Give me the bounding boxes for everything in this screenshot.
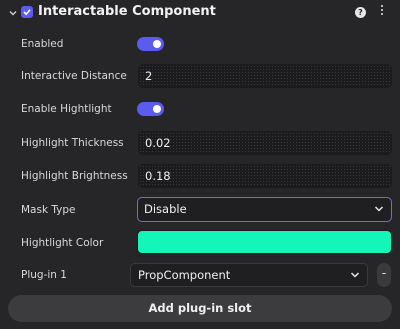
remove-plugin-button[interactable]: - [377,263,391,287]
highlight-brightness-value: 0.18 [145,169,171,183]
chevron-down-icon [350,272,360,278]
mask-type-value: Disable [144,202,187,216]
mask-type-label: Mask Type [21,204,76,216]
component-enabled-checkbox[interactable] [21,6,33,18]
highlight-thickness-input[interactable]: 0.02 [138,131,392,155]
highlight-thickness-value: 0.02 [145,136,171,150]
interactive-distance-value: 2 [145,69,153,83]
interactive-distance-label: Interactive Distance [21,70,127,82]
mask-type-select[interactable]: Disable [137,197,392,222]
checkmark-icon [23,9,31,16]
highlight-color-label: Hightlight Color [21,237,104,249]
help-icon[interactable]: ? [355,7,366,18]
component-title: Interactable Component [38,4,216,19]
plugin-1-label: Plug-in 1 [21,269,67,281]
enabled-label: Enabled [21,38,64,50]
plugin-1-select[interactable]: PropComponent [130,263,368,287]
component-header: Interactable Component ? [0,0,400,28]
more-options-icon[interactable] [380,5,384,19]
enabled-toggle[interactable] [137,37,164,51]
add-plugin-slot-button[interactable]: Add plug-in slot [8,295,392,322]
interactive-distance-input[interactable]: 2 [138,64,392,88]
chevron-down-icon [374,206,384,212]
highlight-brightness-label: Highlight Brightness [21,170,128,182]
highlight-brightness-input[interactable]: 0.18 [138,164,392,188]
plugin-1-value: PropComponent [138,268,231,282]
interactable-component-panel: Interactable Component ? Enabled Interac… [0,0,400,329]
highlight-color-swatch[interactable] [137,230,392,254]
highlight-thickness-label: Highlight Thickness [21,137,124,149]
enable-highlight-toggle[interactable] [137,102,164,116]
collapse-chevron-icon[interactable] [8,8,18,18]
add-plugin-slot-label: Add plug-in slot [148,301,252,315]
enable-highlight-label: Enable Hightlight [21,103,112,115]
